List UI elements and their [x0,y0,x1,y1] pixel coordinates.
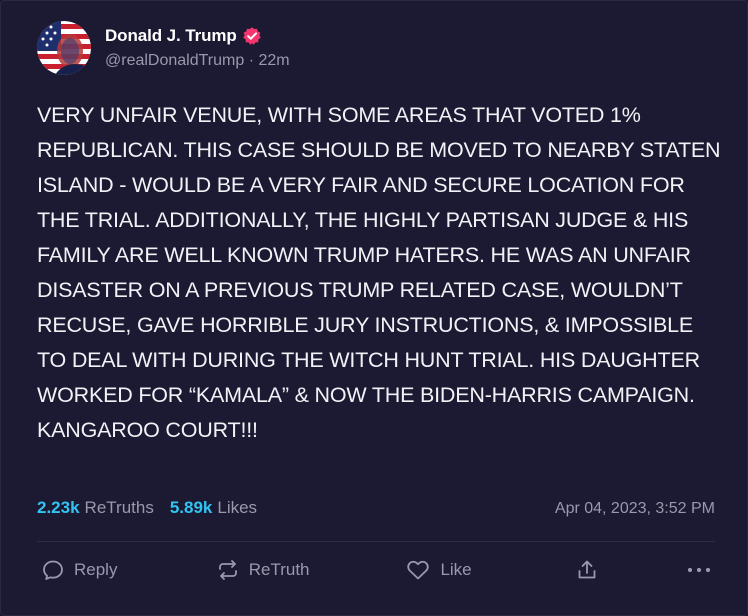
reply-label: Reply [74,560,118,579]
reply-icon [43,560,63,580]
author-display-name[interactable]: Donald J. Trump [105,26,237,46]
retruth-label: ReTruth [248,560,310,579]
share-button[interactable] [575,558,685,582]
more-options-icon [687,567,711,573]
actions-divider [37,541,715,542]
post-text: VERY UNFAIR VENUE, WITH SOME AREAS THAT … [37,103,721,442]
retruth-button[interactable]: ReTruth [216,558,406,582]
author-handle[interactable]: @realDonaldTrump [105,52,244,69]
post-header: Donald J. Trump @realDonaldTrump · 22m [37,21,290,75]
retruths-count[interactable]: 2.23k [37,498,80,518]
relative-time[interactable]: 22m [259,52,290,69]
likes-count[interactable]: 5.89k [170,498,213,518]
heart-icon [407,560,430,580]
author-meta: @realDonaldTrump · 22m [105,52,290,70]
meta-separator: · [248,52,255,69]
share-icon [578,560,596,579]
post-card: Donald J. Trump @realDonaldTrump · 22m V… [0,0,748,616]
likes-label[interactable]: Likes [217,498,257,518]
retruths-label[interactable]: ReTruths [85,498,154,518]
author-identity: Donald J. Trump @realDonaldTrump · 22m [105,26,290,70]
like-label: Like [440,560,472,579]
verified-badge-icon [242,26,262,46]
retruth-icon [218,560,237,580]
reply-button[interactable]: Reply [41,558,216,582]
name-row: Donald J. Trump [105,26,290,46]
post-stats: 2.23k ReTruths 5.89k Likes Apr 04, 2023,… [37,498,715,518]
action-bar: Reply ReTruth Like [41,554,713,586]
avatar-image [37,21,91,75]
avatar[interactable] [37,21,91,75]
like-button[interactable]: Like [405,558,575,582]
post-timestamp: Apr 04, 2023, 3:52 PM [554,500,715,517]
more-options-button[interactable] [685,558,713,582]
